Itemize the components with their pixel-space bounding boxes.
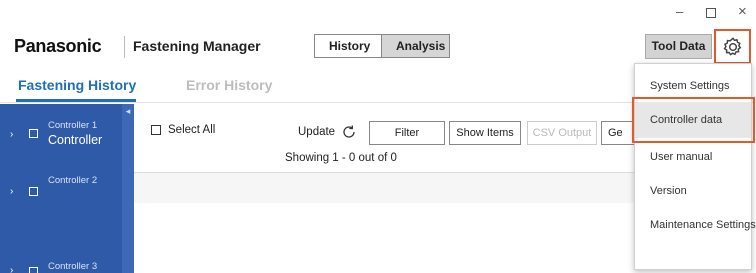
close-button[interactable]: ×: [738, 4, 747, 20]
menu-item-version[interactable]: Version: [635, 173, 751, 209]
settings-button[interactable]: [714, 29, 751, 64]
controller-subtitle: Controller: [48, 133, 103, 147]
chevron-right-icon[interactable]: ›: [10, 186, 13, 197]
collapse-sidebar-icon[interactable]: ◂: [123, 105, 133, 117]
chevron-right-icon[interactable]: ›: [10, 129, 13, 140]
controller-title: Controller 1: [48, 120, 98, 131]
refresh-icon: [343, 125, 355, 138]
select-all-label: Select All: [168, 124, 216, 136]
select-all-checkbox[interactable]: [151, 125, 161, 135]
settings-menu: System Settings Controller data User man…: [634, 63, 756, 270]
update-button[interactable]: Update: [298, 124, 357, 140]
app-title: Fastening Manager: [133, 38, 261, 54]
history-segment[interactable]: History: [315, 35, 381, 57]
controller-checkbox[interactable]: [29, 129, 38, 138]
brand-logo: Panasonic: [14, 36, 102, 56]
tab-fastening-history[interactable]: Fastening History: [18, 77, 136, 93]
sidebar-edge: [122, 104, 134, 273]
minimize-button[interactable]: –: [676, 4, 683, 20]
sidebar-item-controller-3[interactable]: › Controller 3: [0, 228, 122, 273]
view-toggle: History Analysis: [314, 34, 450, 58]
controller-title: Controller 2: [48, 175, 98, 186]
sidebar-item-controller-1[interactable]: › Controller 1 Controller: [0, 118, 122, 158]
menu-item-system-settings[interactable]: System Settings: [635, 68, 751, 104]
show-items-button[interactable]: Show Items: [449, 121, 521, 145]
brand-divider: [124, 36, 125, 58]
menu-item-controller-data[interactable]: Controller data: [635, 102, 751, 138]
menu-item-user-manual[interactable]: User manual: [635, 139, 751, 175]
tab-error-history[interactable]: Error History: [186, 77, 272, 93]
controller-title: Controller 3: [48, 261, 98, 272]
controller-checkbox[interactable]: [29, 187, 38, 196]
analysis-segment[interactable]: Analysis: [381, 35, 449, 57]
tool-data-button[interactable]: Tool Data: [645, 34, 712, 59]
gear-icon: [723, 36, 741, 56]
menu-item-maintenance-settings[interactable]: Maintenance Settings: [635, 207, 756, 243]
history-list: [134, 173, 634, 203]
record-count: Showing 1 - 0 out of 0: [285, 152, 397, 164]
filter-button[interactable]: Filter: [369, 121, 445, 145]
chevron-right-icon[interactable]: ›: [10, 265, 13, 273]
update-label: Update: [298, 126, 336, 138]
csv-output-button[interactable]: CSV Output: [527, 121, 597, 145]
select-all[interactable]: Select All: [151, 124, 215, 136]
controller-checkbox[interactable]: [29, 267, 38, 273]
sidebar-item-controller-2[interactable]: › Controller 2: [0, 175, 122, 206]
app-window: – × Panasonic Fastening Manager History …: [0, 0, 756, 273]
maximize-button[interactable]: [706, 8, 716, 18]
